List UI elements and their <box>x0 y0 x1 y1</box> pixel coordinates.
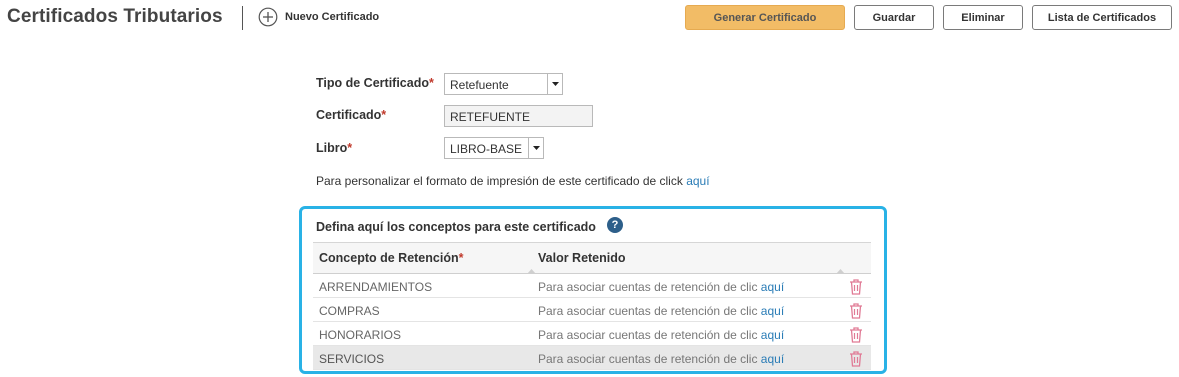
certificate-list-button[interactable]: Lista de Certificados <box>1032 5 1172 30</box>
book-label: Libro* <box>316 141 353 155</box>
print-format-note: Para personalizar el formato de impresió… <box>316 174 710 188</box>
table-row[interactable]: COMPRAS Para asociar cuentas de retenció… <box>313 298 871 322</box>
trash-icon[interactable] <box>848 302 864 319</box>
associate-accounts-link[interactable]: aquí <box>761 328 784 342</box>
generate-certificate-button[interactable]: Generar Certificado <box>685 5 845 30</box>
concepts-table: Concepto de Retención* Valor Retenido AR… <box>313 242 871 370</box>
title-divider <box>242 6 243 30</box>
associate-accounts-text: Para asociar cuentas de retención de cli… <box>538 280 785 294</box>
dropdown-arrow-icon[interactable] <box>547 74 562 94</box>
associate-accounts-text: Para asociar cuentas de retención de cli… <box>538 328 785 342</box>
concept-name: ARRENDAMIENTOS <box>319 280 433 294</box>
save-button[interactable]: Guardar <box>854 5 934 30</box>
print-format-link[interactable]: aquí <box>686 174 709 188</box>
dropdown-arrow-icon[interactable] <box>528 138 543 158</box>
page-title: Certificados Tributarios <box>7 6 223 27</box>
trash-icon[interactable] <box>848 278 864 295</box>
certificate-type-label: Tipo de Certificado* <box>316 76 434 90</box>
book-select[interactable]: LIBRO-BASE <box>444 137 544 159</box>
concept-column-header: Concepto de Retención* <box>319 251 464 265</box>
required-mark: * <box>458 251 464 265</box>
associate-accounts-link[interactable]: aquí <box>761 352 784 366</box>
help-icon[interactable]: ? <box>607 217 623 233</box>
certificate-input[interactable]: RETEFUENTE <box>444 105 593 127</box>
new-certificate-label: Nuevo Certificado <box>285 11 380 23</box>
delete-button[interactable]: Eliminar <box>943 5 1023 30</box>
new-certificate-button[interactable]: Nuevo Certificado <box>258 7 379 27</box>
book-value: LIBRO-BASE <box>450 142 523 156</box>
required-mark: * <box>428 76 434 90</box>
trash-icon[interactable] <box>848 350 864 367</box>
certificate-type-select[interactable]: Retefuente <box>444 73 563 95</box>
associate-accounts-link[interactable]: aquí <box>761 280 784 294</box>
trash-icon[interactable] <box>848 326 864 343</box>
certificate-type-value: Retefuente <box>450 78 509 92</box>
associate-accounts-text: Para asociar cuentas de retención de cli… <box>538 304 785 318</box>
value-column-header: Valor Retenido <box>538 251 626 265</box>
certificate-label: Certificado* <box>316 108 387 122</box>
concept-name: HONORARIOS <box>319 328 402 342</box>
required-mark: * <box>347 141 353 155</box>
concept-name: COMPRAS <box>319 304 380 318</box>
plus-circle-icon <box>258 7 278 27</box>
table-row[interactable]: ARRENDAMIENTOS Para asociar cuentas de r… <box>313 274 871 298</box>
table-header: Concepto de Retención* Valor Retenido <box>313 242 871 274</box>
concept-name: SERVICIOS <box>319 352 385 366</box>
table-row[interactable]: HONORARIOS Para asociar cuentas de reten… <box>313 322 871 346</box>
concepts-panel-title: Defina aquí los conceptos para este cert… <box>316 220 596 234</box>
required-mark: * <box>381 108 387 122</box>
associate-accounts-link[interactable]: aquí <box>761 304 784 318</box>
table-row[interactable]: SERVICIOS Para asociar cuentas de retenc… <box>313 346 871 370</box>
associate-accounts-text: Para asociar cuentas de retención de cli… <box>538 352 785 366</box>
